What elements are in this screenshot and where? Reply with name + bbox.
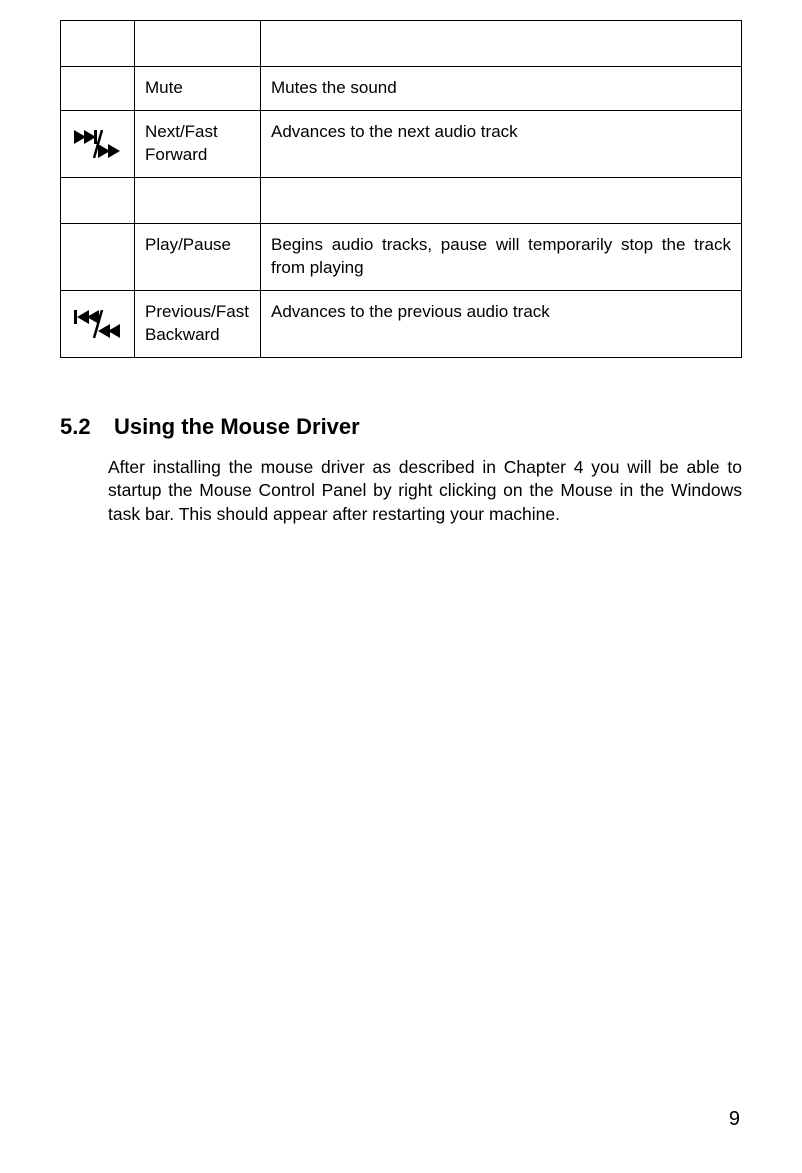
table-row (61, 21, 742, 67)
next-fastforward-icon (61, 110, 135, 177)
table-row: Previous/Fast Backward Advances to the p… (61, 290, 742, 357)
icon-cell (61, 177, 135, 223)
icon-cell (61, 223, 135, 290)
previous-fastbackward-icon (61, 290, 135, 357)
media-controls-table: Mute Mutes the sound Next/ (60, 20, 742, 358)
name-cell (135, 21, 261, 67)
desc-cell: Mutes the sound (261, 67, 742, 111)
icon-cell (61, 67, 135, 111)
section-heading: 5.2 Using the Mouse Driver (108, 414, 742, 440)
name-cell: Mute (135, 67, 261, 111)
table-row: Play/Pause Begins audio tracks, pause wi… (61, 223, 742, 290)
desc-cell: Advances to the previous audio track (261, 290, 742, 357)
desc-cell (261, 177, 742, 223)
table-row (61, 177, 742, 223)
name-cell: Next/Fast Forward (135, 110, 261, 177)
section-title: Using the Mouse Driver (114, 414, 360, 440)
desc-cell (261, 21, 742, 67)
name-cell: Previous/Fast Backward (135, 290, 261, 357)
section-number: 5.2 (60, 414, 100, 440)
desc-cell: Begins audio tracks, pause will temporar… (261, 223, 742, 290)
table-row: Next/Fast Forward Advances to the next a… (61, 110, 742, 177)
icon-cell (61, 21, 135, 67)
table-row: Mute Mutes the sound (61, 67, 742, 111)
page-number: 9 (729, 1108, 740, 1131)
name-cell: Play/Pause (135, 223, 261, 290)
name-cell (135, 177, 261, 223)
section-body: After installing the mouse driver as des… (108, 456, 742, 527)
desc-cell: Advances to the next audio track (261, 110, 742, 177)
